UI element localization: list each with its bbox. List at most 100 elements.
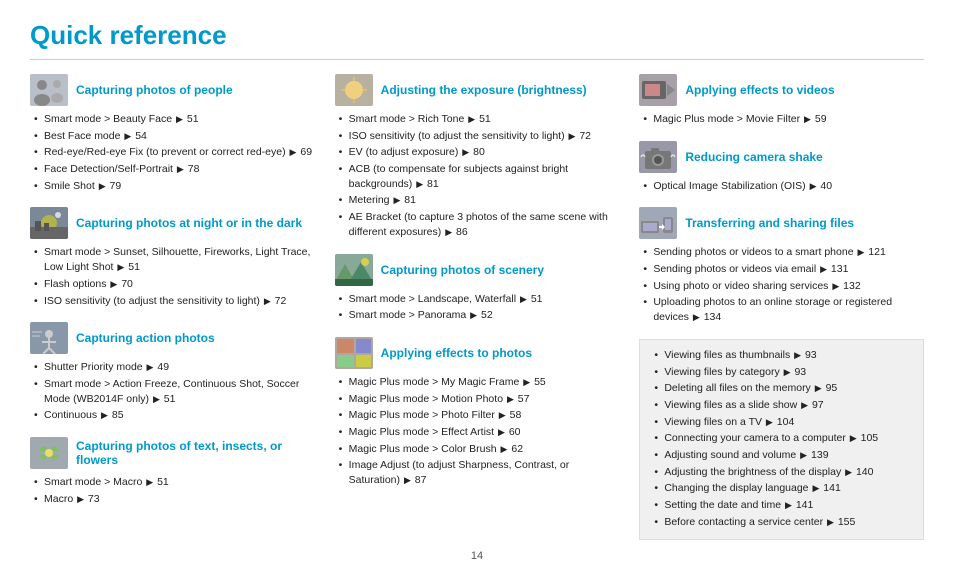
section-title-capturing-text: Capturing photos of text, insects, or fl… bbox=[76, 439, 315, 467]
section-capturing-text: Capturing photos of text, insects, or fl… bbox=[30, 437, 315, 506]
list-item: Smile Shot ▶ 79 bbox=[34, 179, 315, 194]
list-item: Magic Plus mode > My Magic Frame ▶ 55 bbox=[339, 375, 620, 390]
arrow-icon: ▶ bbox=[766, 416, 773, 429]
section-capturing-night: Capturing photos at night or in the dark… bbox=[30, 207, 315, 308]
list-item: Viewing files as a slide show ▶ 97 bbox=[654, 398, 913, 413]
list-item: Optical Image Stabilization (OIS) ▶ 40 bbox=[643, 179, 924, 194]
arrow-icon: ▶ bbox=[507, 393, 514, 406]
section-transferring-files: Transferring and sharing files Sending ph… bbox=[639, 207, 924, 324]
list-item: Before contacting a service center ▶ 155 bbox=[654, 515, 913, 530]
list-item: Connecting your camera to a computer ▶ 1… bbox=[654, 431, 913, 446]
shake-icon bbox=[639, 141, 677, 173]
list-item: Macro ▶ 73 bbox=[34, 492, 315, 507]
section-title-capturing-night: Capturing photos at night or in the dark bbox=[76, 216, 302, 230]
arrow-icon: ▶ bbox=[404, 474, 411, 487]
list-item: Continuous ▶ 85 bbox=[34, 408, 315, 423]
arrow-icon: ▶ bbox=[520, 293, 527, 306]
arrow-icon: ▶ bbox=[290, 146, 297, 159]
list-item: ISO sensitivity (to adjust the sensitivi… bbox=[339, 129, 620, 144]
scenery-icon bbox=[335, 254, 373, 286]
section-list-capturing-text: Smart mode > Macro ▶ 51 Macro ▶ 73 bbox=[30, 475, 315, 506]
list-item: Smart mode > Panorama ▶ 52 bbox=[339, 308, 620, 323]
list-item: Smart mode > Macro ▶ 51 bbox=[34, 475, 315, 490]
section-header-capturing-people: Capturing photos of people bbox=[30, 74, 315, 106]
arrow-icon: ▶ bbox=[146, 476, 153, 489]
list-item: Smart mode > Rich Tone ▶ 51 bbox=[339, 112, 620, 127]
list-item: Metering ▶ 81 bbox=[339, 193, 620, 208]
column-2: Adjusting the exposure (brightness)Smart… bbox=[335, 74, 620, 540]
page-title: Quick reference bbox=[30, 20, 924, 51]
arrow-icon: ▶ bbox=[827, 516, 834, 529]
section-list-capturing-action: Shutter Priority mode ▶ 49 Smart mode > A… bbox=[30, 360, 315, 423]
section-title-capturing-people: Capturing photos of people bbox=[76, 83, 233, 97]
list-item: Smart mode > Action Freeze, Continuous S… bbox=[34, 377, 315, 406]
arrow-icon: ▶ bbox=[845, 466, 852, 479]
list-item: Adjusting the brightness of the display … bbox=[654, 465, 913, 480]
arrow-icon: ▶ bbox=[812, 482, 819, 495]
text-icon bbox=[30, 437, 68, 469]
list-item: Magic Plus mode > Movie Filter ▶ 59 bbox=[643, 112, 924, 127]
list-item: Magic Plus mode > Photo Filter ▶ 58 bbox=[339, 408, 620, 423]
arrow-icon: ▶ bbox=[785, 499, 792, 512]
action-icon bbox=[30, 322, 68, 354]
list-item: Sending photos or videos to a smart phon… bbox=[643, 245, 924, 260]
section-list-capturing-people: Smart mode > Beauty Face ▶ 51Best Face m… bbox=[30, 112, 315, 193]
section-header-applying-video-effects: Applying effects to videos bbox=[639, 74, 924, 106]
list-item: Changing the display language ▶ 141 bbox=[654, 481, 913, 496]
section-list-transferring-files: Sending photos or videos to a smart phon… bbox=[639, 245, 924, 324]
arrow-icon: ▶ bbox=[501, 443, 508, 456]
arrow-icon: ▶ bbox=[264, 295, 271, 308]
section-reducing-shake: Reducing camera shake Optical Image Stabi… bbox=[639, 141, 924, 194]
gray-box-list: Viewing files as thumbnails ▶ 93 Viewing … bbox=[650, 348, 913, 530]
page-footer: 14 bbox=[30, 550, 924, 562]
list-item: Shutter Priority mode ▶ 49 bbox=[34, 360, 315, 375]
list-item: Magic Plus mode > Color Brush ▶ 62 bbox=[339, 442, 620, 457]
arrow-icon: ▶ bbox=[101, 409, 108, 422]
section-header-capturing-night: Capturing photos at night or in the dark bbox=[30, 207, 315, 239]
list-item: ACB (to compensate for subjects against … bbox=[339, 162, 620, 191]
arrow-icon: ▶ bbox=[820, 263, 827, 276]
effects-icon bbox=[335, 337, 373, 369]
section-capturing-action: Capturing action photosShutter Priority … bbox=[30, 322, 315, 423]
section-list-adjusting-exposure: Smart mode > Rich Tone ▶ 51 ISO sensitivi… bbox=[335, 112, 620, 240]
title-divider bbox=[30, 59, 924, 60]
transfer-icon bbox=[639, 207, 677, 239]
list-item: Viewing files as thumbnails ▶ 93 bbox=[654, 348, 913, 363]
arrow-icon: ▶ bbox=[800, 449, 807, 462]
people-icon bbox=[30, 74, 68, 106]
section-title-reducing-shake: Reducing camera shake bbox=[685, 150, 822, 164]
arrow-icon: ▶ bbox=[445, 226, 452, 239]
arrow-icon: ▶ bbox=[462, 146, 469, 159]
arrow-icon: ▶ bbox=[499, 409, 506, 422]
arrow-icon: ▶ bbox=[784, 366, 791, 379]
section-title-capturing-scenery: Capturing photos of scenery bbox=[381, 263, 544, 277]
list-item: Red-eye/Red-eye Fix (to prevent or corre… bbox=[34, 145, 315, 160]
arrow-icon: ▶ bbox=[77, 493, 84, 506]
list-item: Magic Plus mode > Effect Artist ▶ 60 bbox=[339, 425, 620, 440]
arrow-icon: ▶ bbox=[498, 426, 505, 439]
arrow-icon: ▶ bbox=[810, 180, 817, 193]
section-list-capturing-scenery: Smart mode > Landscape, Waterfall ▶ 51Sm… bbox=[335, 292, 620, 323]
arrow-icon: ▶ bbox=[416, 178, 423, 191]
list-item: Deleting all files on the memory ▶ 95 bbox=[654, 381, 913, 396]
section-list-reducing-shake: Optical Image Stabilization (OIS) ▶ 40 bbox=[639, 179, 924, 194]
video-effects-icon bbox=[639, 74, 677, 106]
section-header-reducing-shake: Reducing camera shake bbox=[639, 141, 924, 173]
arrow-icon: ▶ bbox=[832, 280, 839, 293]
night-icon bbox=[30, 207, 68, 239]
list-item: Magic Plus mode > Motion Photo ▶ 57 bbox=[339, 392, 620, 407]
section-title-applying-video-effects: Applying effects to videos bbox=[685, 83, 834, 97]
list-item: Smart mode > Landscape, Waterfall ▶ 51 bbox=[339, 292, 620, 307]
list-item: Best Face mode ▶ 54 bbox=[34, 129, 315, 144]
section-capturing-scenery: Capturing photos of scenery Smart mode > … bbox=[335, 254, 620, 323]
arrow-icon: ▶ bbox=[393, 194, 400, 207]
section-header-transferring-files: Transferring and sharing files bbox=[639, 207, 924, 239]
arrow-icon: ▶ bbox=[99, 180, 106, 193]
list-item: ISO sensitivity (to adjust the sensitivi… bbox=[34, 294, 315, 309]
list-item: Viewing files on a TV ▶ 104 bbox=[654, 415, 913, 430]
arrow-icon: ▶ bbox=[470, 309, 477, 322]
list-item: Smart mode > Sunset, Silhouette, Firewor… bbox=[34, 245, 315, 274]
arrow-icon: ▶ bbox=[468, 113, 475, 126]
section-title-transferring-files: Transferring and sharing files bbox=[685, 216, 854, 230]
list-item: Image Adjust (to adjust Sharpness, Contr… bbox=[339, 458, 620, 487]
